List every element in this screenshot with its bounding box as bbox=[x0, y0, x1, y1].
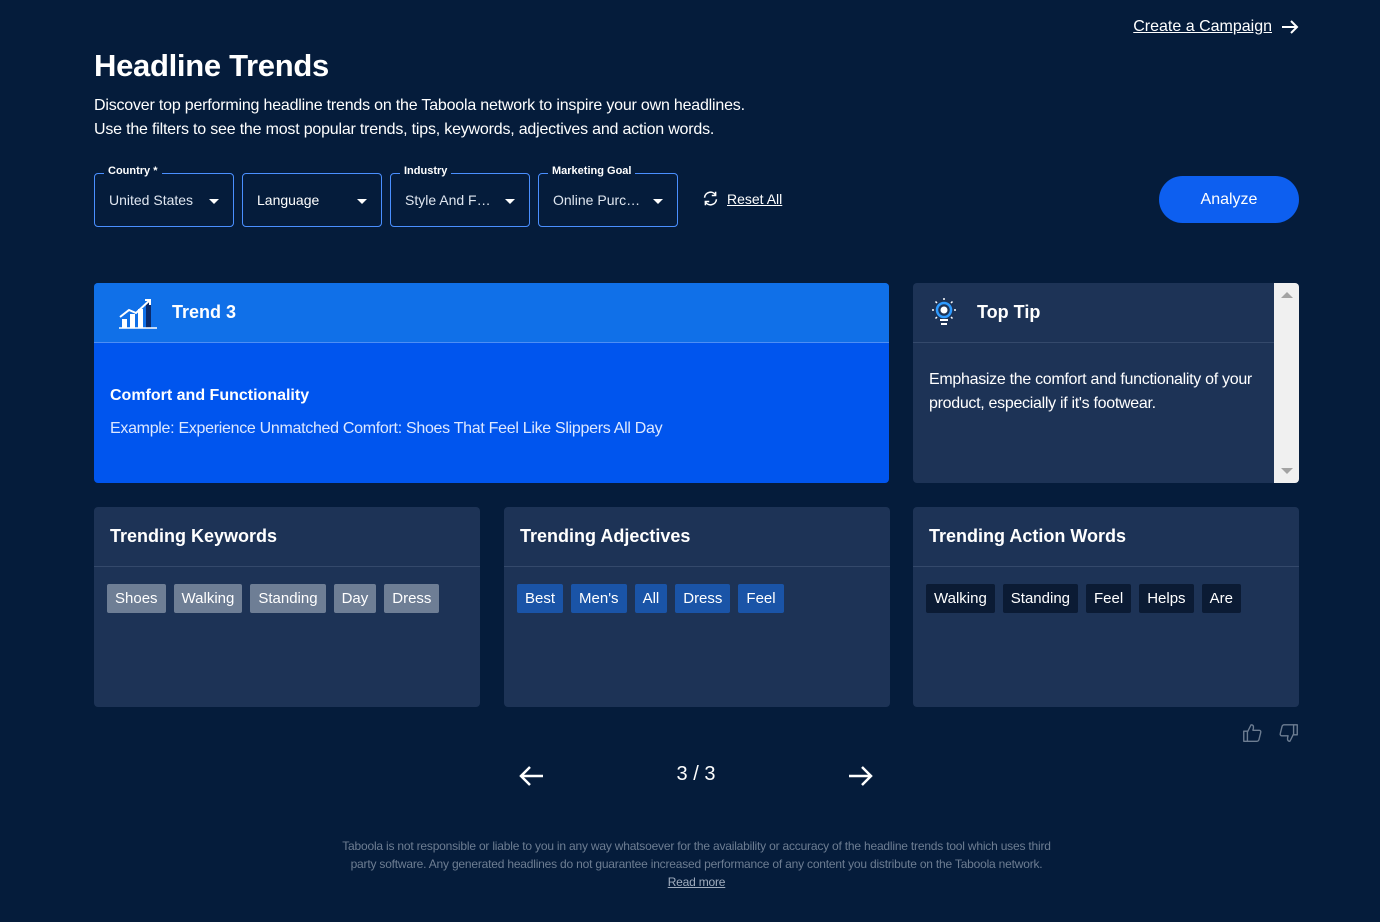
chevron-down-icon bbox=[209, 199, 219, 204]
reset-all-label: Reset All bbox=[727, 190, 783, 207]
page-counter: 3 / 3 bbox=[676, 763, 716, 785]
disclaimer-text: Taboola is not responsible or liable to … bbox=[342, 839, 1051, 871]
action-word-chip[interactable]: Walking bbox=[926, 584, 995, 613]
marketing-goal-select[interactable]: Marketing Goal Online Purc… bbox=[538, 165, 678, 227]
adjective-chips: Best Men's All Dress Feel bbox=[504, 567, 890, 613]
lightbulb-icon bbox=[932, 297, 956, 325]
disclaimer: Taboola is not responsible or liable to … bbox=[340, 837, 1053, 891]
top-tip-title: Top Tip bbox=[977, 302, 1041, 322]
marketing-goal-label: Marketing Goal bbox=[548, 165, 636, 177]
next-arrow-icon[interactable] bbox=[846, 762, 874, 790]
industry-label: Industry bbox=[400, 165, 452, 177]
analyze-button[interactable]: Analyze bbox=[1159, 176, 1299, 223]
refresh-icon bbox=[703, 191, 718, 206]
pagination: 3 / 3 bbox=[518, 760, 874, 790]
reset-all-link[interactable]: Reset All bbox=[702, 190, 782, 207]
adjective-chip[interactable]: Feel bbox=[738, 584, 784, 613]
action-word-chip[interactable]: Helps bbox=[1139, 584, 1194, 613]
chevron-down-icon bbox=[357, 199, 367, 204]
trending-keywords-title: Trending Keywords bbox=[94, 507, 480, 567]
marketing-goal-value: Online Purc… bbox=[553, 192, 641, 208]
feedback-buttons bbox=[1241, 722, 1300, 744]
chart-growth-icon bbox=[119, 298, 157, 329]
tip-scrollbar[interactable] bbox=[1274, 283, 1299, 483]
trending-adjectives-title: Trending Adjectives bbox=[504, 507, 890, 567]
read-more-link[interactable]: Read more bbox=[668, 875, 726, 889]
top-tip-card: Top Tip Emphasize the comfort and functi… bbox=[913, 283, 1299, 483]
keyword-chip[interactable]: Standing bbox=[250, 584, 326, 613]
create-campaign-label: Create a Campaign bbox=[1133, 18, 1272, 35]
trending-keywords-card: Trending Keywords Shoes Walking Standing… bbox=[94, 507, 480, 707]
language-value: Language bbox=[257, 192, 320, 208]
trending-action-words-card: Trending Action Words Walking Standing F… bbox=[913, 507, 1299, 707]
page-title: Headline Trends bbox=[94, 48, 329, 83]
language-select[interactable]: Language bbox=[242, 173, 382, 227]
arrow-right-icon bbox=[1282, 20, 1299, 34]
top-tip-text: Emphasize the comfort and functionality … bbox=[929, 371, 1252, 412]
country-value: United States bbox=[109, 192, 194, 208]
trend-example: Example: Experience Unmatched Comfort: S… bbox=[110, 420, 663, 437]
trending-action-words-title: Trending Action Words bbox=[913, 507, 1299, 567]
thumbs-down-icon[interactable] bbox=[1278, 722, 1300, 744]
trend-header: Trend 3 bbox=[94, 283, 889, 343]
action-word-chips: Walking Standing Feel Helps Are bbox=[913, 567, 1299, 613]
trend-title: Trend 3 bbox=[172, 302, 237, 322]
filter-bar: Country * United States Language Industr… bbox=[94, 165, 678, 227]
trending-adjectives-card: Trending Adjectives Best Men's All Dress… bbox=[504, 507, 890, 707]
description-line-1: Discover top performing headline trends … bbox=[94, 97, 745, 114]
country-label: Country * bbox=[104, 165, 162, 177]
keyword-chip[interactable]: Dress bbox=[384, 584, 440, 613]
chevron-down-icon bbox=[653, 199, 663, 204]
action-word-chip[interactable]: Are bbox=[1201, 584, 1241, 613]
keyword-chip[interactable]: Shoes bbox=[107, 584, 166, 613]
trend-name: Comfort and Functionality bbox=[110, 387, 310, 404]
scroll-up-icon[interactable] bbox=[1281, 292, 1293, 298]
adjective-chip[interactable]: All bbox=[634, 584, 668, 613]
country-select[interactable]: Country * United States bbox=[94, 165, 234, 227]
adjective-chip[interactable]: Best bbox=[517, 584, 564, 613]
chevron-down-icon bbox=[505, 199, 515, 204]
thumbs-up-icon[interactable] bbox=[1241, 722, 1263, 744]
description-line-2: Use the filters to see the most popular … bbox=[94, 121, 715, 138]
industry-value: Style And F… bbox=[405, 192, 491, 208]
top-tip-header: Top Tip bbox=[913, 283, 1274, 343]
adjective-chip[interactable]: Dress bbox=[675, 584, 731, 613]
keyword-chip[interactable]: Day bbox=[333, 584, 377, 613]
keyword-chips: Shoes Walking Standing Day Dress bbox=[94, 567, 480, 613]
action-word-chip[interactable]: Standing bbox=[1002, 584, 1079, 613]
trend-card: Trend 3 Comfort and Functionality Exampl… bbox=[94, 283, 889, 483]
industry-select[interactable]: Industry Style And F… bbox=[390, 165, 530, 227]
create-campaign-link[interactable]: Create a Campaign bbox=[1133, 17, 1300, 37]
keyword-chip[interactable]: Walking bbox=[173, 584, 243, 613]
scroll-down-icon[interactable] bbox=[1281, 468, 1293, 474]
page-description: Discover top performing headline trends … bbox=[94, 94, 745, 142]
action-word-chip[interactable]: Feel bbox=[1086, 584, 1132, 613]
adjective-chip[interactable]: Men's bbox=[571, 584, 627, 613]
